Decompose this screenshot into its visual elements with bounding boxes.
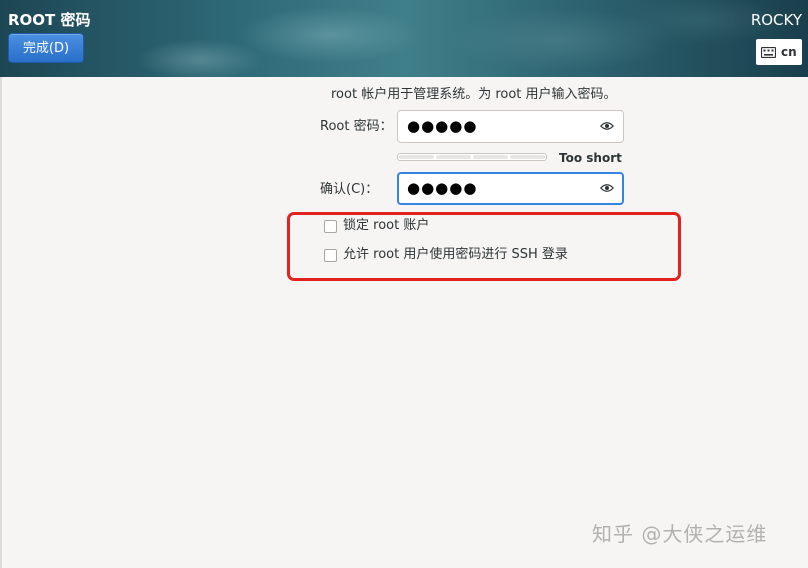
password-value: ●●●●● — [407, 117, 478, 135]
show-confirm-password-icon[interactable] — [600, 183, 614, 193]
confirm-label: 确认(C)： — [320, 182, 379, 197]
keyboard-layout-label: cn — [781, 45, 797, 59]
confirm-password-value: ●●●●● — [407, 179, 478, 197]
header-bar: ROOT 密码 完成(D) ROCKY cn — [0, 0, 808, 77]
strength-segment — [436, 155, 471, 159]
password-strength-bar — [397, 153, 547, 161]
strength-segment — [510, 155, 545, 159]
keyboard-icon — [761, 46, 776, 58]
password-label: Root 密码： — [320, 119, 393, 134]
annotation-highlight-box — [287, 212, 681, 281]
page-title: ROOT 密码 — [8, 11, 91, 29]
distro-name: ROCKY — [750, 11, 802, 29]
done-button[interactable]: 完成(D) — [8, 33, 84, 63]
watermark: 知乎 @大侠之运维 — [592, 522, 768, 546]
left-divider — [0, 77, 2, 568]
intro-text: root 帐户用于管理系统。为 root 用户输入密码。 — [331, 87, 617, 102]
keyboard-layout-indicator[interactable]: cn — [756, 39, 802, 65]
show-password-icon[interactable] — [600, 121, 614, 131]
password-strength-text: Too short — [559, 151, 622, 165]
strength-segment — [473, 155, 508, 159]
strength-segment — [399, 155, 434, 159]
confirm-password-field[interactable]: ●●●●● — [397, 172, 624, 205]
password-field[interactable]: ●●●●● — [397, 110, 624, 143]
